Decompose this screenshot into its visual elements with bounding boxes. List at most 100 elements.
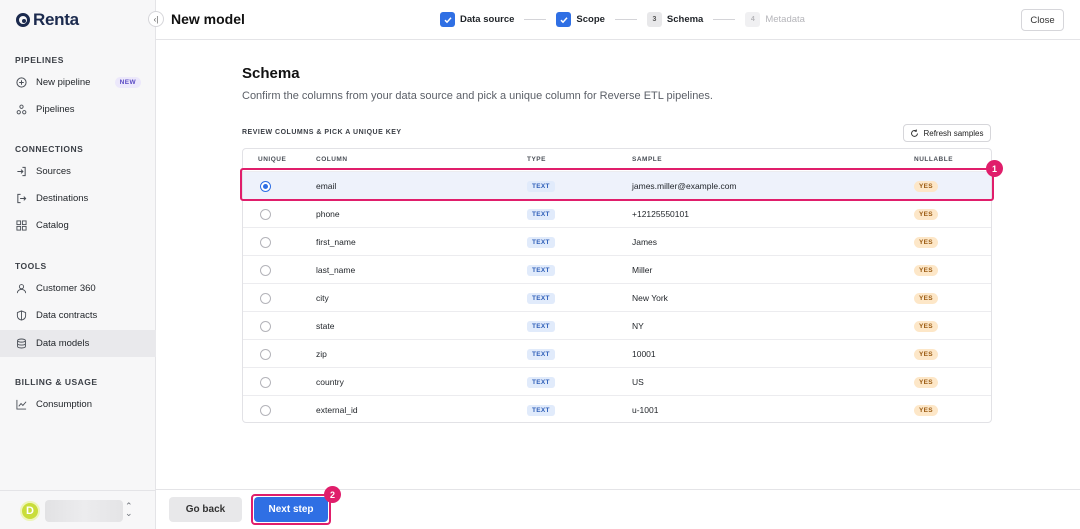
sidebar-item-label: Data contracts [36, 310, 98, 321]
table-row[interactable]: country TEXT US YES [243, 367, 991, 395]
sidebar-item-label: New pipeline [36, 77, 91, 88]
check-icon [440, 12, 455, 27]
sidebar-item-customer-360[interactable]: Customer 360 [0, 275, 156, 302]
column-name: email [316, 181, 337, 191]
avatar[interactable]: D [20, 501, 40, 521]
nodes-icon [16, 104, 27, 115]
table-row[interactable]: external_id TEXT u-1001 YES [243, 395, 991, 422]
logo-icon [16, 13, 30, 27]
header-nullable: NULLABLE [914, 156, 954, 163]
sidebar-item-new-pipeline[interactable]: New pipeline NEW [0, 69, 156, 96]
step-label: Scope [576, 14, 605, 25]
unique-radio[interactable] [260, 404, 271, 416]
table-row[interactable]: city TEXT New York YES [243, 283, 991, 311]
go-back-button[interactable]: Go back [169, 497, 242, 522]
sidebar-item-pipelines[interactable]: Pipelines [0, 96, 156, 123]
nullable-badge: YES [914, 376, 938, 388]
column-name: state [316, 321, 335, 331]
step-scope[interactable]: Scope [556, 12, 605, 27]
sample-value: 10001 [632, 349, 656, 359]
renta-logo[interactable]: Renta [16, 10, 79, 30]
sample-value: James [632, 237, 658, 247]
column-name: first_name [316, 237, 356, 247]
section-pipelines: PIPELINES [15, 55, 64, 65]
refresh-samples-button[interactable]: Refresh samples [903, 124, 991, 142]
user-menu[interactable]: D ⌃ ⌄ [0, 490, 156, 529]
unique-radio[interactable] [260, 320, 271, 332]
chart-line-icon [16, 399, 27, 410]
sidebar-item-label: Pipelines [36, 104, 75, 115]
section-title: Schema [242, 65, 300, 82]
section-billing: BILLING & USAGE [15, 377, 98, 387]
sample-value: NY [632, 321, 644, 331]
next-step-button[interactable]: Next step [254, 497, 328, 522]
column-name: country [316, 377, 344, 387]
step-label: Schema [666, 14, 704, 25]
table-row[interactable]: state TEXT NY YES [243, 311, 991, 339]
schema-table: UNIQUE COLUMN TYPE SAMPLE NULLABLE email… [242, 148, 992, 423]
unique-radio[interactable] [260, 376, 271, 388]
step-schema[interactable]: 3 Schema [646, 12, 704, 27]
type-badge: TEXT [527, 208, 555, 220]
column-name: external_id [316, 405, 358, 415]
table-row[interactable]: zip TEXT 10001 YES [243, 339, 991, 367]
type-badge: TEXT [527, 292, 555, 304]
nullable-badge: YES [914, 264, 938, 276]
sidebar-item-consumption[interactable]: Consumption [0, 391, 156, 418]
header-unique: UNIQUE [258, 156, 287, 163]
unique-radio[interactable] [260, 348, 271, 360]
nullable-badge: YES [914, 320, 938, 332]
step-data-source[interactable]: Data source [440, 12, 514, 27]
table-row[interactable]: phone TEXT +12125550101 YES [243, 199, 991, 227]
sidebar-item-label: Catalog [36, 220, 69, 231]
step-connector [614, 19, 637, 20]
sidebar: Renta PIPELINES New pipeline NEW Pipelin… [0, 0, 156, 529]
section-tools: TOOLS [15, 261, 47, 271]
type-badge: TEXT [527, 376, 555, 388]
user-icon [16, 283, 27, 294]
unique-radio[interactable] [260, 264, 271, 276]
sample-value: +12125550101 [632, 209, 689, 219]
check-icon [556, 12, 572, 27]
unique-radio[interactable] [260, 180, 271, 192]
nullable-badge: YES [914, 208, 938, 220]
nullable-badge: YES [914, 180, 938, 192]
chevron-up-down-icon[interactable]: ⌃ ⌄ [125, 502, 133, 518]
sidebar-item-catalog[interactable]: Catalog [0, 212, 156, 239]
type-badge: TEXT [527, 264, 555, 276]
unique-radio[interactable] [260, 236, 271, 248]
sidebar-item-label: Data models [36, 338, 90, 349]
sidebar-item-data-models[interactable]: Data models [0, 330, 156, 357]
step-connector [713, 19, 736, 20]
grid-icon [16, 220, 27, 231]
step-number: 3 [646, 12, 662, 27]
nullable-badge: YES [914, 236, 938, 248]
table-row[interactable]: last_name TEXT Miller YES [243, 255, 991, 283]
nullable-badge: YES [914, 292, 938, 304]
nullable-badge: YES [914, 404, 938, 416]
database-icon [16, 338, 27, 349]
logo-text: Renta [33, 10, 79, 29]
sample-value: Miller [632, 265, 653, 275]
type-badge: TEXT [527, 348, 555, 360]
section-subtitle: Confirm the columns from your data sourc… [242, 90, 713, 102]
collapse-sidebar-icon[interactable]: ‹| [148, 11, 164, 27]
sidebar-item-destinations[interactable]: Destinations [0, 185, 156, 212]
sidebar-item-sources[interactable]: Sources [0, 158, 156, 185]
top-bar: ‹| New model Data source Scope 3 Schema … [148, 0, 1080, 40]
column-name: last_name [316, 265, 356, 275]
annotation-marker-1: 1 [986, 160, 1003, 177]
annotation-marker-2: 2 [324, 486, 341, 503]
sidebar-item-data-contracts[interactable]: Data contracts [0, 302, 156, 329]
step-connector [524, 19, 547, 20]
column-name: zip [316, 349, 327, 359]
unique-radio[interactable] [260, 292, 271, 304]
table-row[interactable]: email TEXT james.miller@example.com YES [243, 171, 991, 199]
unique-radio[interactable] [260, 208, 271, 220]
step-label: Data source [460, 14, 515, 25]
close-button[interactable]: Close [1021, 9, 1064, 31]
header-column: COLUMN [316, 156, 348, 163]
table-row[interactable]: first_name TEXT James YES [243, 227, 991, 255]
header-sample: SAMPLE [632, 156, 663, 163]
refresh-label: Refresh samples [923, 128, 984, 138]
